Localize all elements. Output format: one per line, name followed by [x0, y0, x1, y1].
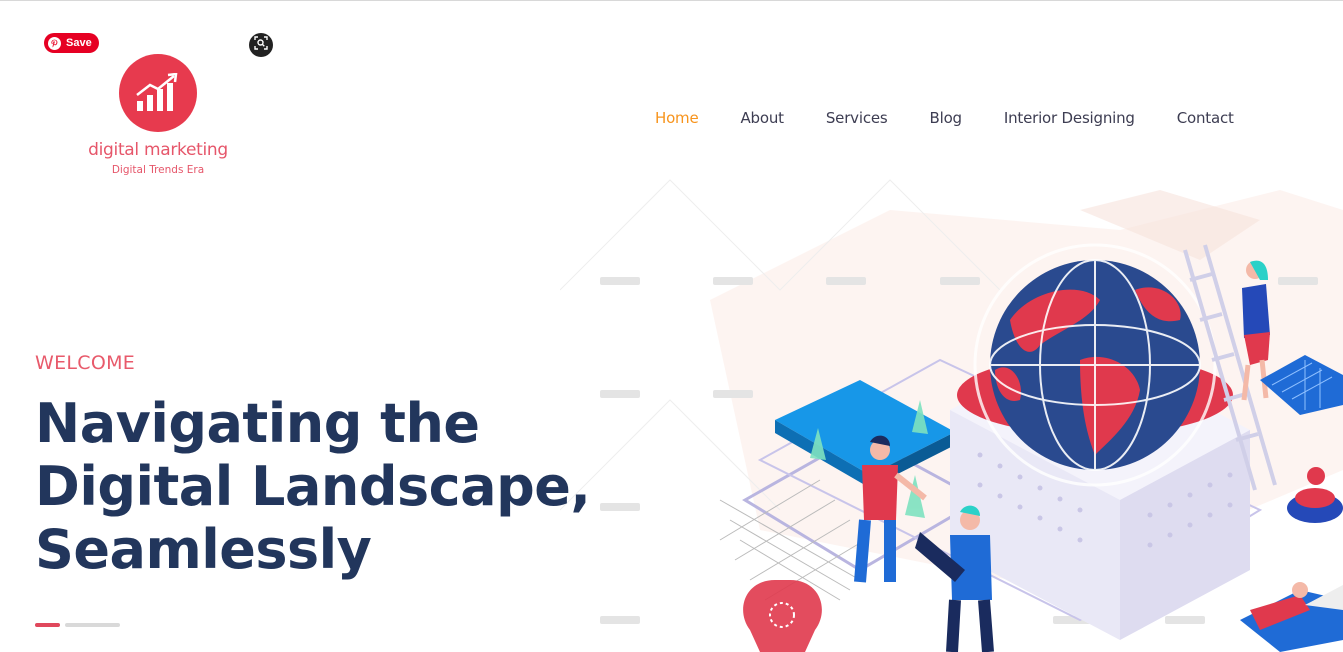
hero-headline: Navigating the Digital Landscape, Seamle…	[35, 392, 655, 581]
nav-contact[interactable]: Contact	[1177, 109, 1234, 127]
headline-line-1: Navigating the	[35, 392, 480, 455]
logo-mark	[119, 54, 197, 132]
pinterest-save-button[interactable]: Save	[44, 33, 99, 53]
pinterest-icon	[48, 36, 61, 50]
top-border	[0, 0, 1343, 1]
visual-search-button[interactable]	[249, 33, 273, 57]
site-logo[interactable]: digital marketing Digital Trends Era	[88, 54, 228, 179]
slide-dot-2[interactable]	[65, 623, 120, 627]
main-nav: Home About Services Blog Interior Design…	[655, 109, 1234, 127]
nav-interior-designing[interactable]: Interior Designing	[1004, 109, 1135, 127]
nav-about[interactable]: About	[741, 109, 785, 127]
hero-illustration	[559, 170, 1343, 652]
headline-line-3: Seamlessly	[35, 518, 372, 581]
slider-pagination	[35, 623, 120, 627]
pinterest-save-label: Save	[66, 37, 92, 49]
growth-chart-icon	[136, 73, 178, 111]
slide-dot-1[interactable]	[35, 623, 60, 627]
logo-subtitle: Digital Trends Era	[111, 164, 205, 176]
lens-icon	[254, 35, 268, 55]
logo-title: digital marketing	[88, 140, 228, 160]
nav-services[interactable]: Services	[826, 109, 888, 127]
nav-home[interactable]: Home	[655, 109, 699, 127]
nav-blog[interactable]: Blog	[930, 109, 963, 127]
headline-line-2: Digital Landscape,	[35, 455, 591, 518]
hero-eyebrow: WELCOME	[35, 352, 136, 374]
